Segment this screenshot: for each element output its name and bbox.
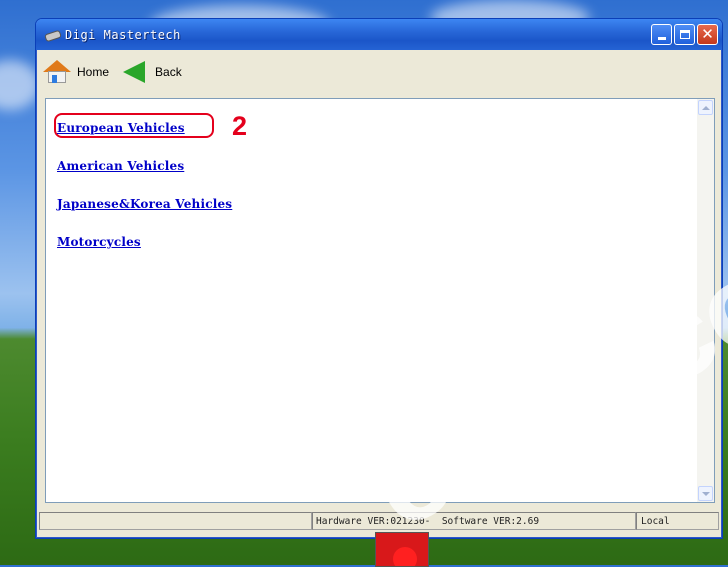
taskbar-app-icon[interactable] [375, 532, 429, 567]
window-title: Digi Mastertech [65, 27, 181, 42]
chevron-down-icon [701, 491, 710, 496]
home-label: Home [77, 65, 110, 79]
link-american-vehicles[interactable]: American Vehicles [57, 159, 184, 173]
scroll-up-button[interactable] [698, 100, 713, 115]
close-button[interactable]: ✕ [697, 24, 718, 45]
minimize-button[interactable] [651, 24, 672, 45]
cloud [0, 60, 40, 110]
maximize-icon [679, 30, 690, 39]
back-arrow-icon [121, 60, 147, 84]
maximize-button[interactable] [674, 24, 695, 45]
link-european-vehicles[interactable]: European Vehicles [57, 121, 185, 135]
status-bar: Hardware VER:021230- Software VER:2.69 L… [39, 512, 719, 532]
link-japanese-korea-vehicles[interactable]: Japanese&Korea Vehicles [57, 197, 232, 211]
status-cell-empty [39, 512, 312, 530]
title-bar[interactable]: Digi Mastertech ✕ [36, 19, 722, 50]
back-button[interactable]: Back [117, 57, 186, 87]
toolbar: Home Back [39, 52, 715, 92]
home-button[interactable]: Home [39, 57, 113, 87]
link-motorcycles[interactable]: Motorcycles [57, 235, 141, 249]
close-icon: ✕ [701, 25, 714, 43]
obd-cable-icon [44, 29, 62, 42]
chevron-up-icon [701, 105, 710, 110]
status-mode: Local [636, 512, 719, 530]
scroll-down-button[interactable] [698, 486, 713, 501]
annotation-number: 2 [232, 111, 248, 141]
window-controls: ✕ [651, 24, 718, 45]
back-label: Back [155, 65, 182, 79]
home-icon [43, 60, 71, 84]
minimize-icon [657, 37, 666, 40]
desktop: { "window": { "title": "Digi Mastertech"… [0, 0, 728, 567]
